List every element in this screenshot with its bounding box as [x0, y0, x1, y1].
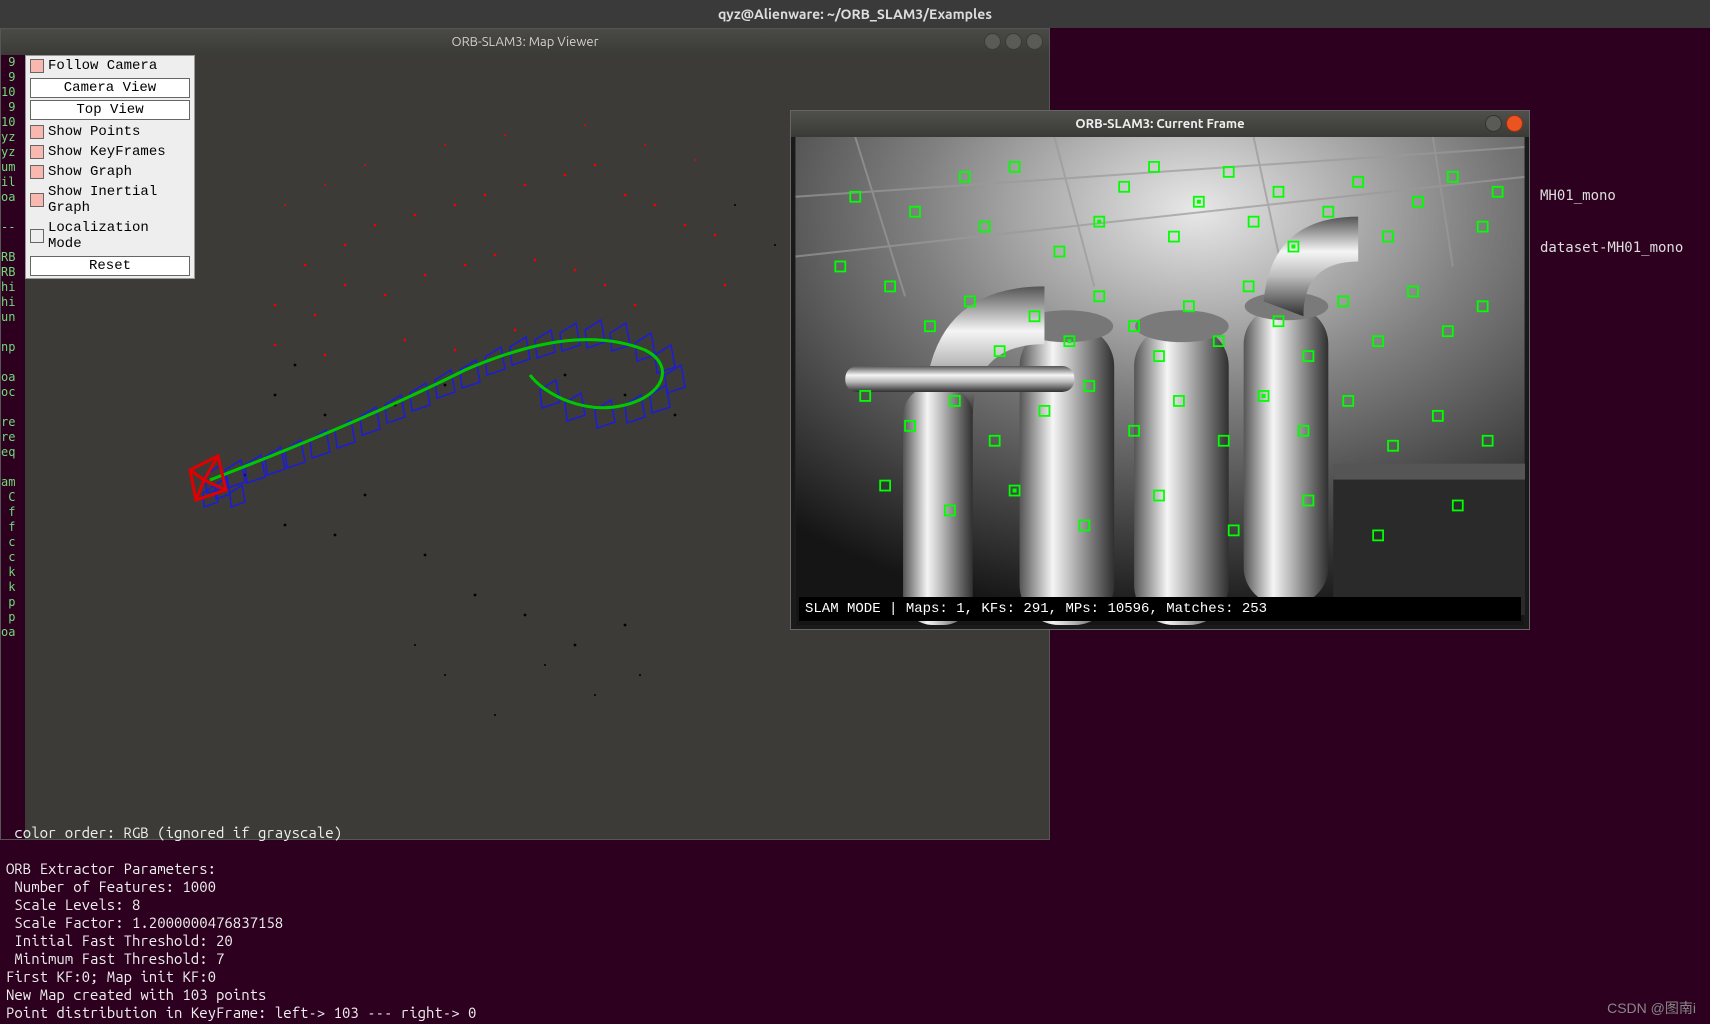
- minimize-icon[interactable]: [984, 33, 1001, 50]
- follow-camera-toggle[interactable]: Follow Camera: [26, 56, 194, 76]
- system-title-bar: qyz@Alienware: ~/ORB_SLAM3/Examples: [0, 0, 1710, 28]
- term-l9: New Map created with 103 points: [6, 986, 266, 1003]
- close-icon[interactable]: [1506, 115, 1523, 132]
- localization-mode-toggle[interactable]: Localization Mode: [26, 218, 194, 254]
- current-frame-image: SLAM MODE | Maps: 1, KFs: 291, MPs: 1059…: [795, 137, 1525, 625]
- term-l2: ORB Extractor Parameters:: [6, 860, 224, 877]
- checkbox-icon[interactable]: [30, 145, 44, 159]
- term-l7: Minimum Fast Threshold: 7: [6, 950, 224, 967]
- checkbox-icon[interactable]: [30, 165, 44, 179]
- term-l6: Initial Fast Threshold: 20: [6, 932, 233, 949]
- bg-text-2: dataset-MH01_mono: [1540, 240, 1683, 256]
- map-viewer-controls: Follow Camera Camera View Top View Show …: [25, 55, 195, 279]
- term-l4: Scale Levels: 8: [6, 896, 140, 913]
- term-l5: Scale Factor: 1.2000000476837158: [6, 914, 283, 931]
- checkbox-icon[interactable]: [30, 125, 44, 139]
- checkbox-icon[interactable]: [30, 193, 44, 207]
- show-inertial-graph-label: Show Inertial Graph: [48, 184, 190, 216]
- minimize-icon[interactable]: [1485, 115, 1502, 132]
- show-keyframes-toggle[interactable]: Show KeyFrames: [26, 142, 194, 162]
- terminal-output: color order: RGB (ignored if grayscale) …: [0, 820, 1710, 1024]
- localization-mode-label: Localization Mode: [48, 220, 190, 252]
- term-l3: Number of Features: 1000: [6, 878, 216, 895]
- checkbox-icon[interactable]: [30, 229, 44, 243]
- map-viewer-title: ORB-SLAM3: Map Viewer: [451, 35, 598, 49]
- slam-status-bar: SLAM MODE | Maps: 1, KFs: 291, MPs: 1059…: [799, 597, 1521, 621]
- show-inertial-graph-toggle[interactable]: Show Inertial Graph: [26, 182, 194, 218]
- term-l8: First KF:0; Map init KF:0: [6, 968, 216, 985]
- current-frame-titlebar[interactable]: ORB-SLAM3: Current Frame: [791, 111, 1529, 137]
- bg-text-1: MH01_mono: [1540, 188, 1616, 204]
- current-frame-title: ORB-SLAM3: Current Frame: [1075, 117, 1244, 131]
- terminal-title: qyz@Alienware: ~/ORB_SLAM3/Examples: [718, 6, 992, 22]
- term-l10: Point distribution in KeyFrame: left-> 1…: [6, 1004, 476, 1021]
- follow-camera-label: Follow Camera: [48, 58, 157, 74]
- top-view-button[interactable]: Top View: [30, 100, 190, 120]
- show-keyframes-label: Show KeyFrames: [48, 144, 166, 160]
- map-viewer-titlebar[interactable]: ORB-SLAM3: Map Viewer: [1, 29, 1049, 55]
- camera-view-button[interactable]: Camera View: [30, 78, 190, 98]
- maximize-icon[interactable]: [1005, 33, 1022, 50]
- checkbox-icon[interactable]: [30, 59, 44, 73]
- terminal-gutter: 9 9 10 9 10 yz yz um il oa -- RB RB hi h…: [1, 55, 25, 839]
- watermark: CSDN @图南i: [1607, 998, 1696, 1018]
- show-graph-label: Show Graph: [48, 164, 132, 180]
- show-points-toggle[interactable]: Show Points: [26, 122, 194, 142]
- current-frame-window: ORB-SLAM3: Current Frame: [790, 110, 1530, 630]
- show-graph-toggle[interactable]: Show Graph: [26, 162, 194, 182]
- reset-button[interactable]: Reset: [30, 256, 190, 276]
- show-points-label: Show Points: [48, 124, 140, 140]
- term-l0: color order: RGB (ignored if grayscale): [6, 824, 342, 841]
- slam-status-text: SLAM MODE | Maps: 1, KFs: 291, MPs: 1059…: [805, 601, 1267, 617]
- close-icon[interactable]: [1026, 33, 1043, 50]
